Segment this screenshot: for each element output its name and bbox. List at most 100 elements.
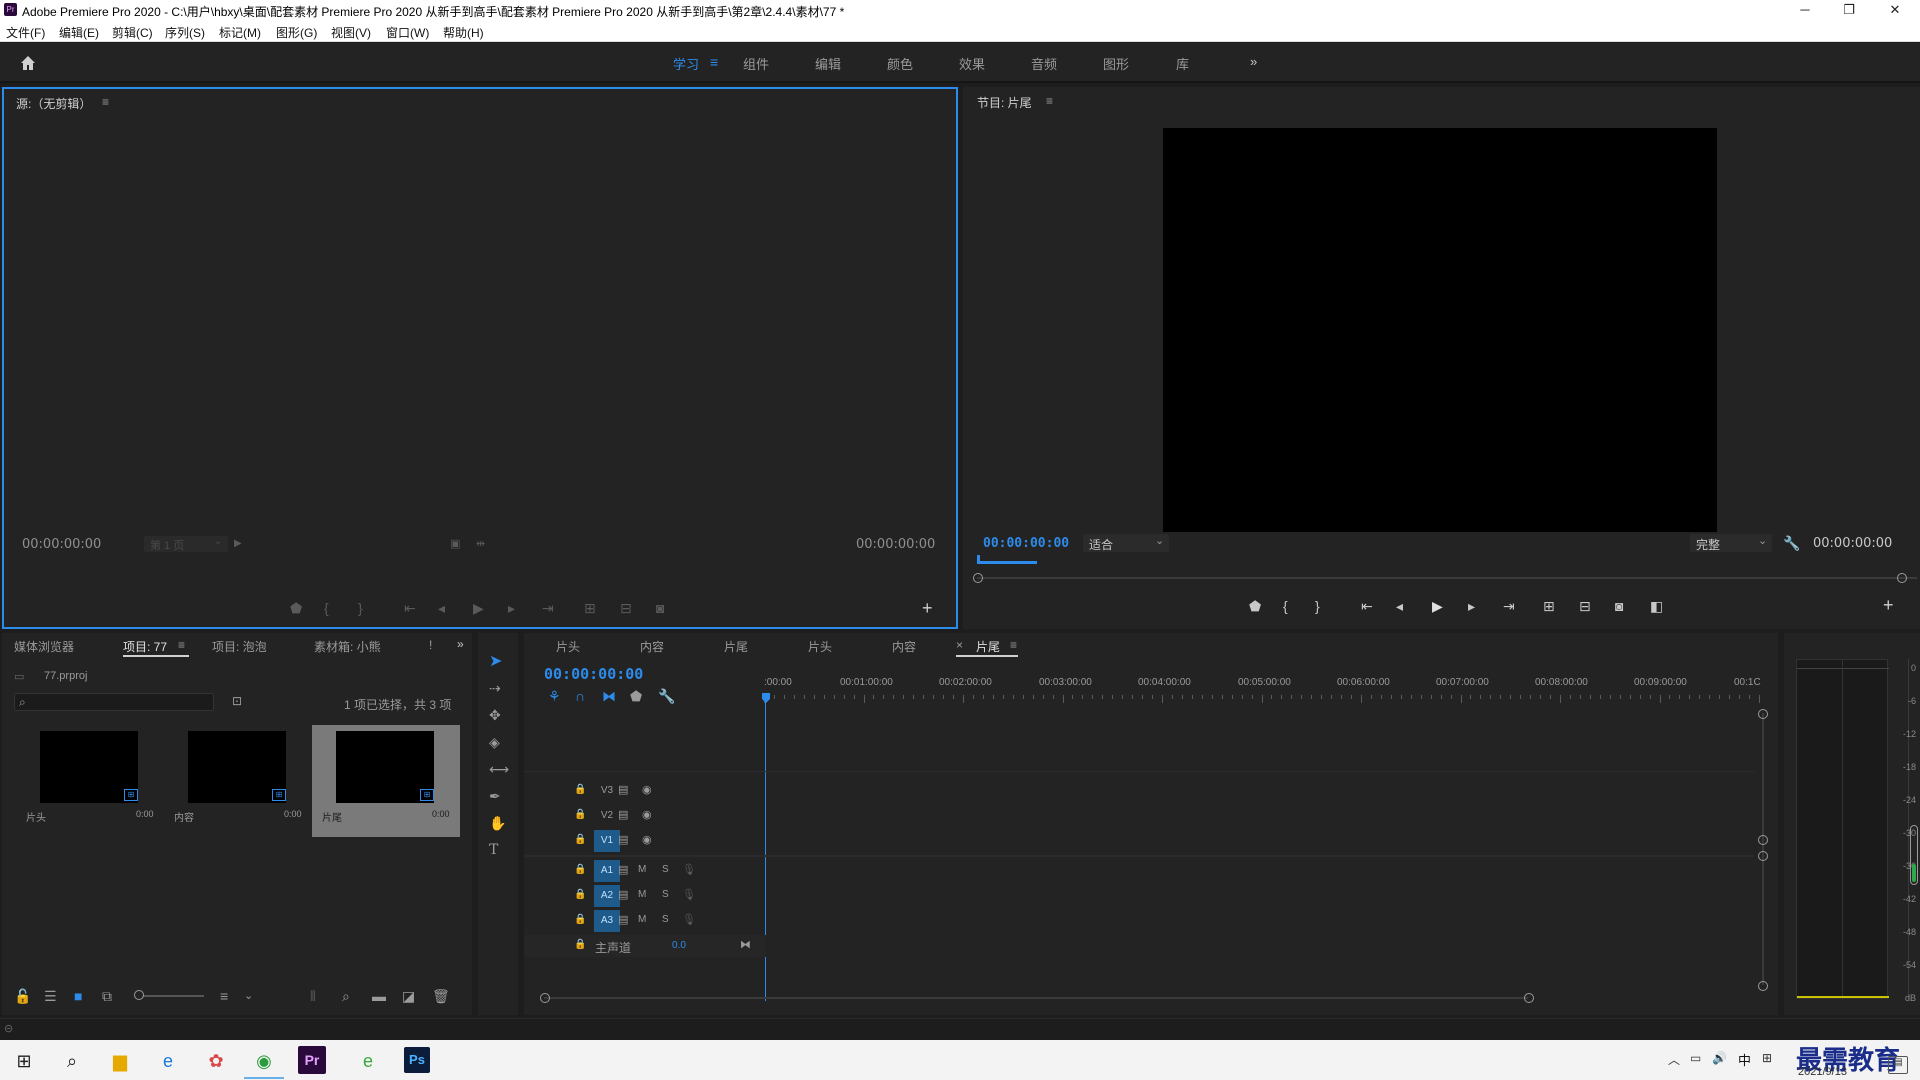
type-tool-icon[interactable]: T [489,841,498,859]
microphone-icon[interactable]: 🎙 [682,886,696,904]
source-page-dropdown[interactable]: 第 1 页 ⌄ [144,536,228,552]
ime-indicator[interactable]: 中 [1738,1050,1751,1069]
add-marker-icon[interactable]: ⬟ [1249,597,1261,615]
film-strip-icon[interactable]: ▤ [618,806,628,824]
restore-button[interactable]: ❐ [1826,1,1872,19]
zoom-handle-right[interactable] [1897,573,1907,583]
new-search-bin-icon[interactable]: ⊡ [232,694,242,708]
track-label-v2[interactable]: V2 [594,806,620,826]
sort-icon[interactable]: ≡ [220,987,228,1005]
mute-button[interactable]: M [638,914,646,925]
lock-icon[interactable]: 🔒 [574,936,586,954]
workspace-tab-assembly[interactable]: 组件 [743,54,769,73]
premiere-taskbar-icon[interactable]: Pr [298,1046,326,1074]
razor-tool-icon[interactable]: ◈ [489,733,500,751]
chrome-browser-icon[interactable]: ◉ [244,1043,284,1079]
linked-selection-icon[interactable]: ⧓ [602,687,616,705]
play-icon[interactable]: ▶ [1432,597,1443,615]
master-volume-value[interactable]: 0.0 [672,940,686,951]
lock-icon[interactable]: 🔒 [574,806,586,824]
lock-icon[interactable]: 🔒 [574,781,586,799]
hand-tool-icon[interactable]: ✋ [489,814,506,832]
lock-icon[interactable]: 🔓 [14,987,31,1005]
workspace-tab-editing[interactable]: 编辑 [815,54,841,73]
search-icon[interactable]: ⌕ [52,1043,92,1079]
video-audio-divider[interactable] [524,855,1754,857]
step-back-icon[interactable]: ◂ [438,599,445,617]
track-select-tool-icon[interactable]: ⇢ [489,679,501,697]
windows-start-icon[interactable]: ⊞ [4,1043,44,1079]
solo-button[interactable]: S [662,914,669,925]
meter-fader-track[interactable] [1910,825,1918,885]
close-tab-icon[interactable]: × [956,638,963,652]
menu-sequence[interactable]: 序列(S) [165,24,205,41]
find-icon[interactable]: ⌕ [342,987,350,1005]
scroll-handle-right[interactable] [1524,993,1534,1003]
mark-in-icon[interactable]: { [1283,597,1288,615]
new-bin-icon[interactable]: ▬ [372,987,386,1005]
extract-icon[interactable]: ⊟ [1579,597,1591,615]
workspace-tab-color[interactable]: 颜色 [887,54,913,73]
menu-help[interactable]: 帮助(H) [443,24,484,41]
play-triangle-icon[interactable]: ▶ [234,535,242,553]
v-scroll-handle-mid1[interactable] [1758,835,1768,845]
time-ruler[interactable]: :00:00 00:01:00:00 00:02:00:00 00:03:00:… [764,677,1774,703]
go-to-in-icon[interactable]: ⇤ [1361,597,1373,615]
snap-magnet-icon[interactable]: ∩ [575,687,585,705]
list-view-icon[interactable]: ☰ [44,987,57,1005]
film-strip-icon[interactable]: ▤ [618,911,628,929]
sequence-tab-content-2[interactable]: 内容 [892,638,916,655]
lock-icon[interactable]: 🔒 [574,886,586,904]
slip-tool-icon[interactable]: ⟷ [489,760,509,778]
tab-project-77[interactable]: 项目: 77 [123,638,167,655]
track-label-a1[interactable]: A1 [594,860,620,882]
workspace-tab-effects[interactable]: 效果 [959,54,985,73]
minimize-button[interactable]: ─ [1782,1,1828,19]
tab-media-browser[interactable]: 媒体浏览器 [14,638,74,655]
workspace-tab-learn[interactable]: 学习 [673,54,699,73]
menu-clip[interactable]: 剪辑(C) [112,24,153,41]
step-forward-icon[interactable]: ▸ [508,599,515,617]
sequence-tab-intro-1[interactable]: 片头 [556,638,580,655]
timeline-menu-icon[interactable]: ≡ [1010,638,1017,652]
camera-icon[interactable]: ◙ [1615,597,1623,615]
solo-button[interactable]: S [662,889,669,900]
notification-center-icon[interactable]: ▤ [1888,1056,1908,1074]
panel-more-icon[interactable]: » [457,637,464,651]
go-to-in-icon[interactable]: ⇤ [404,599,416,617]
microphone-icon[interactable]: 🎙 [682,911,696,929]
film-strip-icon[interactable]: ▤ [618,781,628,799]
step-back-icon[interactable]: ◂ [1396,597,1403,615]
track-label-v1[interactable]: V1 [594,830,620,852]
add-marker-icon[interactable]: ⬟ [630,687,642,705]
overwrite-icon[interactable]: ⊟ [620,599,632,617]
drag-video-icon[interactable]: ⇹ [476,535,485,553]
program-playhead-marker[interactable] [977,555,980,564]
scroll-handle-left[interactable] [540,993,550,1003]
sequence-tab-outro-active[interactable]: 片尾 [976,638,1000,655]
project-search-input[interactable]: ⌕ [14,693,214,711]
trash-icon[interactable]: 🗑 [432,987,450,1005]
mute-button[interactable]: M [638,889,646,900]
vertical-scrollbar[interactable] [1762,713,1764,985]
lift-icon[interactable]: ⊞ [1543,597,1555,615]
project-item-intro[interactable]: ⊞ 片头 0:00 [16,725,160,837]
mark-in-icon[interactable]: { [324,599,329,617]
lock-icon[interactable]: 🔒 [574,831,586,849]
v-scroll-handle-top[interactable] [1758,709,1768,719]
photoshop-taskbar-icon[interactable]: Ps [404,1047,430,1073]
menu-view[interactable]: 视图(V) [331,24,371,41]
chevron-down-icon[interactable]: ⌄ [244,987,253,1005]
selection-tool-icon[interactable]: ➤ [489,653,502,671]
source-panel-menu-icon[interactable]: ≡ [102,95,109,109]
go-to-out-icon[interactable]: ⇥ [1503,597,1515,615]
menu-file[interactable]: 文件(F) [6,24,45,41]
new-item-icon[interactable]: ◪ [402,987,415,1005]
menu-graphics[interactable]: 图形(G) [276,24,317,41]
menu-edit[interactable]: 编辑(E) [59,24,99,41]
timeline-settings-wrench-icon[interactable]: 🔧 [658,687,675,705]
workspace-tab-graphics[interactable]: 图形 [1103,54,1129,73]
close-window-button[interactable]: ✕ [1872,1,1918,19]
workspace-tab-libraries[interactable]: 库 [1176,54,1189,73]
sequence-tab-outro-1[interactable]: 片尾 [724,638,748,655]
